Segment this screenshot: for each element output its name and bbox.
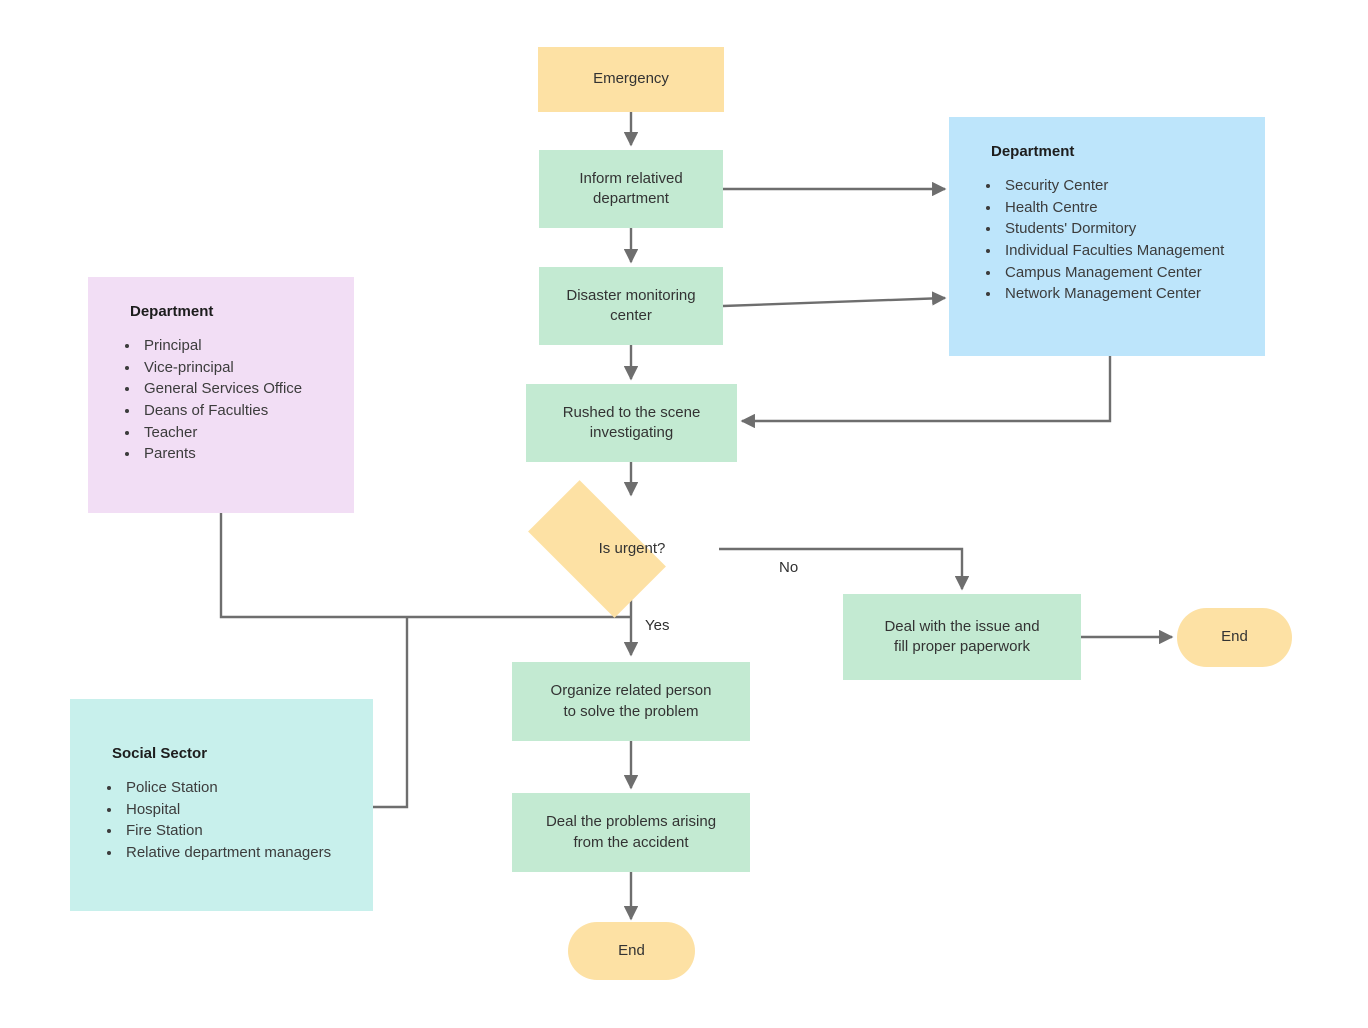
flowchart-canvas: Emergency Inform relatived department Di… xyxy=(0,0,1368,1028)
list-item: General Services Office xyxy=(140,379,332,401)
node-disaster-monitoring-center-label: Disaster monitoring center xyxy=(566,286,696,324)
edge-label-yes-text: Yes xyxy=(645,617,670,634)
group-department-pink-title: Department xyxy=(130,303,214,320)
list-item: Network Management Center xyxy=(1001,284,1243,306)
group-department-blue-title: Department xyxy=(991,143,1075,160)
node-is-urgent[interactable]: Is urgent? xyxy=(545,497,719,601)
edge-label-no-text: No xyxy=(779,559,799,576)
node-inform-department[interactable]: Inform relatived department xyxy=(539,150,723,228)
node-is-urgent-label: Is urgent? xyxy=(598,539,666,557)
list-item: Hospital xyxy=(122,800,351,822)
list-item: Police Station xyxy=(122,778,351,800)
list-item: Fire Station xyxy=(122,821,351,843)
list-item: Health Centre xyxy=(1001,198,1243,220)
group-social-sector[interactable]: Social Sector Police Station Hospital Fi… xyxy=(70,699,373,911)
node-deal-problems-accident[interactable]: Deal the problems arising from the accid… xyxy=(512,793,750,872)
node-organize-related-person-label: Organize related person to solve the pro… xyxy=(550,682,712,720)
group-department-pink[interactable]: Department Principal Vice-principal Gene… xyxy=(88,277,354,513)
edge-label-no: No xyxy=(779,559,798,576)
group-department-pink-list: Principal Vice-principal General Service… xyxy=(118,336,332,466)
list-item: Students' Dormitory xyxy=(1001,219,1243,241)
group-social-sector-list: Police Station Hospital Fire Station Rel… xyxy=(100,778,351,865)
node-rushed-to-scene[interactable]: Rushed to the scene investigating xyxy=(526,384,737,462)
list-item: Deans of Faculties xyxy=(140,401,332,423)
list-item: Teacher xyxy=(140,423,332,445)
edge-monitoring-to-department xyxy=(722,291,947,308)
edge-label-yes: Yes xyxy=(645,617,669,634)
node-start-emergency[interactable]: Emergency xyxy=(538,47,724,112)
edge-decision-no-to-paperwork xyxy=(719,547,970,591)
list-item: Campus Management Center xyxy=(1001,263,1243,285)
group-department-blue[interactable]: Department Security Center Health Centre… xyxy=(949,117,1265,356)
group-social-sector-title: Social Sector xyxy=(112,745,208,762)
list-item: Security Center xyxy=(1001,176,1243,198)
edge-department-to-rushed xyxy=(740,356,1112,429)
node-end-side-label: End xyxy=(1221,628,1248,646)
group-department-blue-list: Security Center Health Centre Students' … xyxy=(979,176,1243,306)
node-deal-problems-accident-label: Deal the problems arising from the accid… xyxy=(545,813,717,851)
edge-social-sector-to-yes xyxy=(373,617,409,809)
node-end-side[interactable]: End xyxy=(1177,608,1292,667)
node-organize-related-person[interactable]: Organize related person to solve the pro… xyxy=(512,662,750,741)
node-rushed-to-scene-label: Rushed to the scene investigating xyxy=(562,403,701,441)
list-item: Parents xyxy=(140,444,332,466)
node-deal-with-issue-paperwork-label: Deal with the issue and fill proper pape… xyxy=(884,617,1040,655)
node-deal-with-issue-paperwork[interactable]: Deal with the issue and fill proper pape… xyxy=(843,594,1081,680)
list-item: Relative department managers xyxy=(122,843,351,865)
node-inform-department-label: Inform relatived department xyxy=(579,169,683,207)
node-end-main[interactable]: End xyxy=(568,922,695,980)
node-end-main-label: End xyxy=(618,941,645,959)
list-item: Principal xyxy=(140,336,332,358)
node-disaster-monitoring-center[interactable]: Disaster monitoring center xyxy=(539,267,723,345)
list-item: Vice-principal xyxy=(140,358,332,380)
node-start-emergency-label: Emergency xyxy=(593,70,669,88)
list-item: Individual Faculties Management xyxy=(1001,241,1243,263)
